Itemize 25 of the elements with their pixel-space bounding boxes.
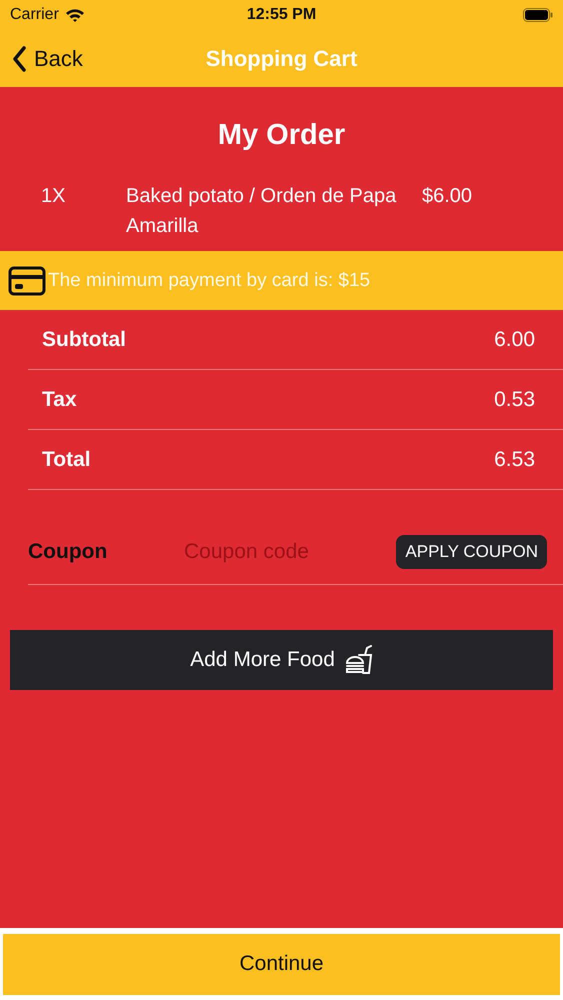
item-name: Baked potato / Orden de Papa Amarilla [126,184,398,239]
coupon-label: Coupon [28,540,108,564]
credit-card-icon [8,266,46,296]
burger-drink-icon [344,645,373,675]
coupon-field[interactable]: Coupon code [182,539,396,565]
order-title: My Order [216,118,346,153]
apply-coupon-button[interactable]: APPLY COUPON [396,535,547,569]
wifi-icon [64,8,85,22]
summary-value: 6.53 [494,448,535,472]
summary-value: 0.53 [494,388,535,412]
back-button[interactable]: Back [0,46,95,72]
notice-text: The minimum payment by card is: $15 [48,270,370,292]
item-quantity: 1X [41,184,66,209]
carrier-label: Carrier [10,6,59,24]
chevron-left-icon [12,46,26,72]
add-more-food-button[interactable]: Add More Food [10,630,553,690]
continue-button[interactable]: Continue [3,934,560,994]
item-price: $6.00 [422,184,474,209]
screen-title: Shopping Cart [206,46,358,72]
battery-icon [523,8,553,22]
summary-label: Tax [42,388,77,412]
summary-label: Subtotal [42,328,126,352]
summary-value: 6.00 [494,328,535,352]
summary-label: Total [42,448,91,472]
clock-time: 12:55 PM [246,6,316,24]
